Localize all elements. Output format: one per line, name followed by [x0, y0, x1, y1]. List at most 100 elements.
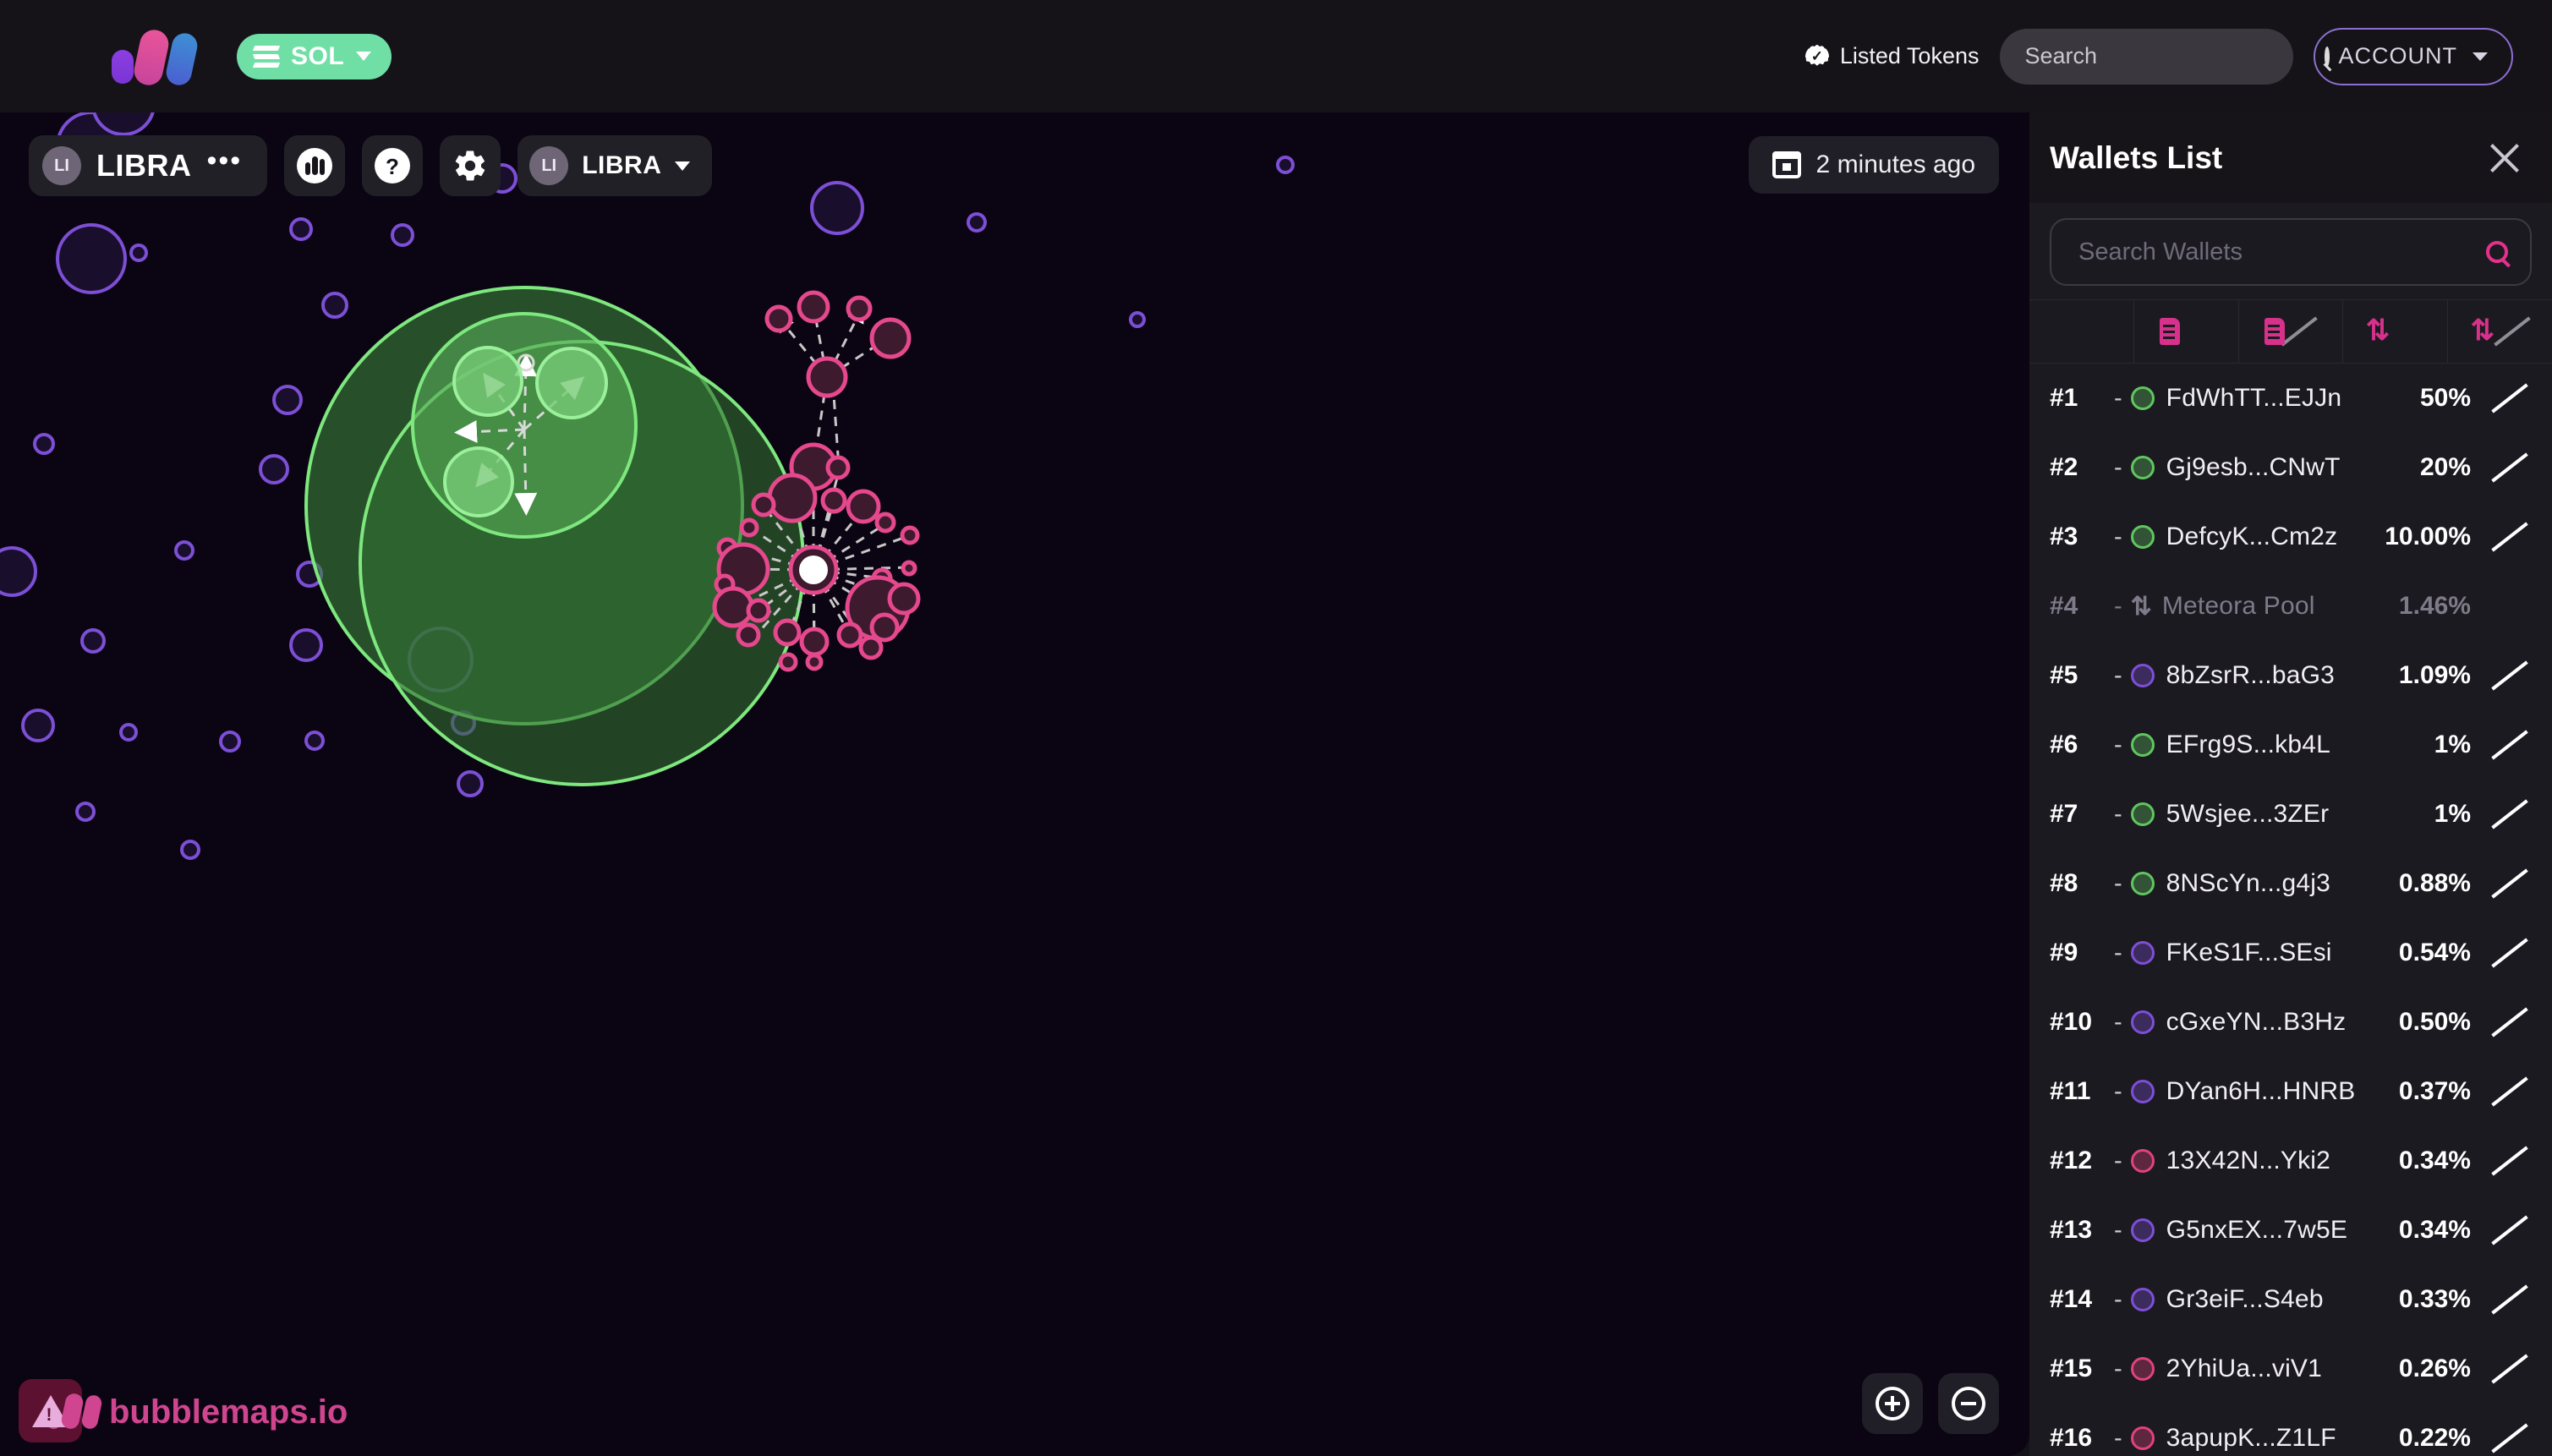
eye-off-icon: [2490, 1146, 2528, 1176]
last-updated-button[interactable]: 2 minutes ago: [1748, 136, 1999, 194]
show-all-filter[interactable]: [2029, 300, 2134, 363]
wallet-filter-row: ⇅ ⇅: [2029, 299, 2552, 364]
wallet-address: cGxeYN...B3Hz: [2166, 1008, 2347, 1036]
wallet-color-dot: [2130, 1218, 2155, 1242]
show-contracts-filter[interactable]: [2134, 300, 2239, 363]
wallet-row[interactable]: #12- 13X42N...Yki2 0.34%: [2029, 1126, 2552, 1196]
eye-off-icon: [2490, 799, 2528, 829]
wallet-address: 5Wsjee...3ZEr: [2166, 800, 2330, 828]
token-dropdown-label: LIBRA: [582, 151, 662, 179]
hide-contracts-filter[interactable]: [2239, 300, 2344, 363]
wallet-row[interactable]: #5 - 8bZsrR...baG3 1.09%: [2029, 641, 2552, 710]
wallet-percent: 10.00%: [2385, 523, 2471, 550]
map-toolbar: LI LIBRA ••• ? LI LIBRA: [29, 135, 713, 196]
wallet-color-dot: [2130, 1149, 2155, 1173]
token-dropdown[interactable]: LI LIBRA: [518, 135, 713, 196]
wallet-visibility-toggle-hidden[interactable]: [2489, 1076, 2528, 1107]
wallet-row[interactable]: #11- DYan6H...HNRB 0.37%: [2029, 1057, 2552, 1126]
wallet-percent: 0.26%: [2398, 1355, 2471, 1382]
eye-off-icon: [2490, 1007, 2528, 1037]
wallet-percent: 0.22%: [2398, 1424, 2471, 1452]
wallet-row[interactable]: #10- cGxeYN...B3Hz 0.50%: [2029, 988, 2552, 1057]
bubble-map-canvas[interactable]: LI LIBRA ••• ? LI LIBRA 2 minutes ago ! …: [0, 112, 2029, 1456]
search-input[interactable]: [2024, 43, 2325, 69]
global-search[interactable]: [1999, 28, 2330, 85]
wallets-search[interactable]: [2050, 218, 2532, 286]
watermark-label: bubblemaps.io: [109, 1393, 348, 1431]
wallet-rank-separator: -: [2114, 1077, 2122, 1105]
wallets-panel-header: Wallets List: [2029, 112, 2552, 203]
wallet-row[interactable]: #3 - DefcyK...Cm2z 10.00%: [2029, 502, 2552, 572]
wallet-row[interactable]: #8 - 8NScYn...g4j3 0.88%: [2029, 849, 2552, 918]
wallet-visibility-toggle-hidden[interactable]: [2489, 1146, 2528, 1176]
eye-icon: [2175, 320, 2212, 342]
token-chip[interactable]: LI LIBRA •••: [29, 135, 268, 196]
account-button[interactable]: ACCOUNT: [2313, 27, 2513, 85]
wallet-percent: 0.34%: [2398, 1216, 2471, 1244]
wallet-row[interactable]: #13- G5nxEX...7w5E 0.34%: [2029, 1196, 2552, 1265]
wallet-rank: #5: [2050, 661, 2078, 689]
wallet-visibility-toggle-hidden[interactable]: [2489, 660, 2528, 691]
wallet-address: Gr3eiF...S4eb: [2166, 1285, 2324, 1313]
wallet-visibility-toggle-hidden[interactable]: [2489, 522, 2528, 552]
wallet-row[interactable]: #1 - FdWhTT...EJJn 50%: [2029, 364, 2552, 433]
wallet-visibility-toggle-hidden[interactable]: [2489, 1215, 2528, 1245]
wallet-visibility-toggle-visible[interactable]: [2489, 595, 2528, 617]
wallet-color-dot: [2130, 802, 2155, 826]
wallet-visibility-toggle-hidden[interactable]: [2489, 868, 2528, 899]
wallet-row[interactable]: #2 - Gj9esb...CNwT 20%: [2029, 433, 2552, 502]
eye-off-icon: [2490, 1354, 2528, 1384]
more-options-icon[interactable]: •••: [207, 146, 243, 178]
wallet-rank-separator: -: [2114, 453, 2122, 481]
wallet-row[interactable]: #9 - FKeS1F...SEsi 0.54%: [2029, 918, 2552, 988]
wallet-visibility-toggle-hidden[interactable]: [2489, 1354, 2528, 1384]
bubblemaps-logo[interactable]: [112, 26, 200, 88]
wallet-rank-separator: -: [2114, 1355, 2122, 1382]
listed-tokens-button[interactable]: ✓ Listed Tokens: [1804, 43, 1980, 69]
wallet-rank-separator: -: [2114, 384, 2122, 412]
wallet-row[interactable]: #15- 2YhiUa...viV1 0.26%: [2029, 1334, 2552, 1404]
wallet-visibility-toggle-hidden[interactable]: [2489, 799, 2528, 829]
token-avatar: LI: [42, 146, 81, 185]
exchange-icon: ⇅: [2470, 315, 2495, 347]
settings-button[interactable]: [440, 135, 501, 196]
eye-off-icon: [2490, 452, 2528, 483]
wallet-visibility-toggle-hidden[interactable]: [2489, 730, 2528, 760]
zoom-in-button[interactable]: [1862, 1373, 1923, 1434]
zoom-controls: [1862, 1373, 1999, 1434]
wallet-visibility-toggle-hidden[interactable]: [2489, 1284, 2528, 1315]
wallet-color-dot: [2130, 941, 2155, 965]
wallet-row[interactable]: #16- 3apupK...Z1LF 0.22%: [2029, 1404, 2552, 1456]
hub-node[interactable]: [799, 556, 828, 584]
hide-exchanges-filter[interactable]: ⇅: [2448, 300, 2552, 363]
search-icon: [2486, 241, 2508, 263]
eye-icon: [2388, 320, 2425, 342]
wallet-row[interactable]: #4 - ⇅ Meteora Pool 1.46%: [2029, 572, 2552, 641]
wallets-search-input[interactable]: [2078, 238, 2486, 266]
close-icon[interactable]: [2486, 140, 2523, 177]
token-name: LIBRA: [96, 148, 192, 183]
wallet-row[interactable]: #6 - EFrg9S...kb4L 1%: [2029, 710, 2552, 780]
plus-circle-icon: [1876, 1387, 1909, 1420]
wallet-visibility-toggle-hidden[interactable]: [2489, 1007, 2528, 1037]
wallet-rank: #11: [2050, 1077, 2091, 1105]
wallet-visibility-toggle-hidden[interactable]: [2489, 938, 2528, 968]
minus-circle-icon: [1952, 1387, 1985, 1420]
wallet-list[interactable]: #1 - FdWhTT...EJJn 50% #2 - Gj9esb...CNwT 20% #3…: [2029, 364, 2552, 1456]
wallet-color-dot: [2130, 872, 2155, 895]
chain-selector-sol[interactable]: SOL: [237, 33, 392, 79]
wallet-row[interactable]: #14- Gr3eiF...S4eb 0.33%: [2029, 1265, 2552, 1334]
wallet-rank: #6: [2050, 731, 2078, 758]
chevron-down-icon: [356, 52, 372, 61]
bubblemaps-button[interactable]: [284, 135, 346, 196]
wallet-visibility-toggle-hidden[interactable]: [2489, 383, 2528, 413]
show-exchanges-filter[interactable]: ⇅: [2343, 300, 2449, 363]
wallet-row[interactable]: #7 - 5Wsjee...3ZEr 1%: [2029, 780, 2552, 849]
bubble-graph[interactable]: [0, 112, 2029, 1456]
zoom-out-button[interactable]: [1938, 1373, 1999, 1434]
help-button[interactable]: ?: [362, 135, 424, 196]
wallet-visibility-toggle-hidden[interactable]: [2489, 452, 2528, 483]
green-cluster[interactable]: [304, 286, 805, 786]
wallet-visibility-toggle-hidden[interactable]: [2489, 1423, 2528, 1453]
header-right-group: ✓ Listed Tokens ACCOUNT: [1804, 27, 2513, 85]
